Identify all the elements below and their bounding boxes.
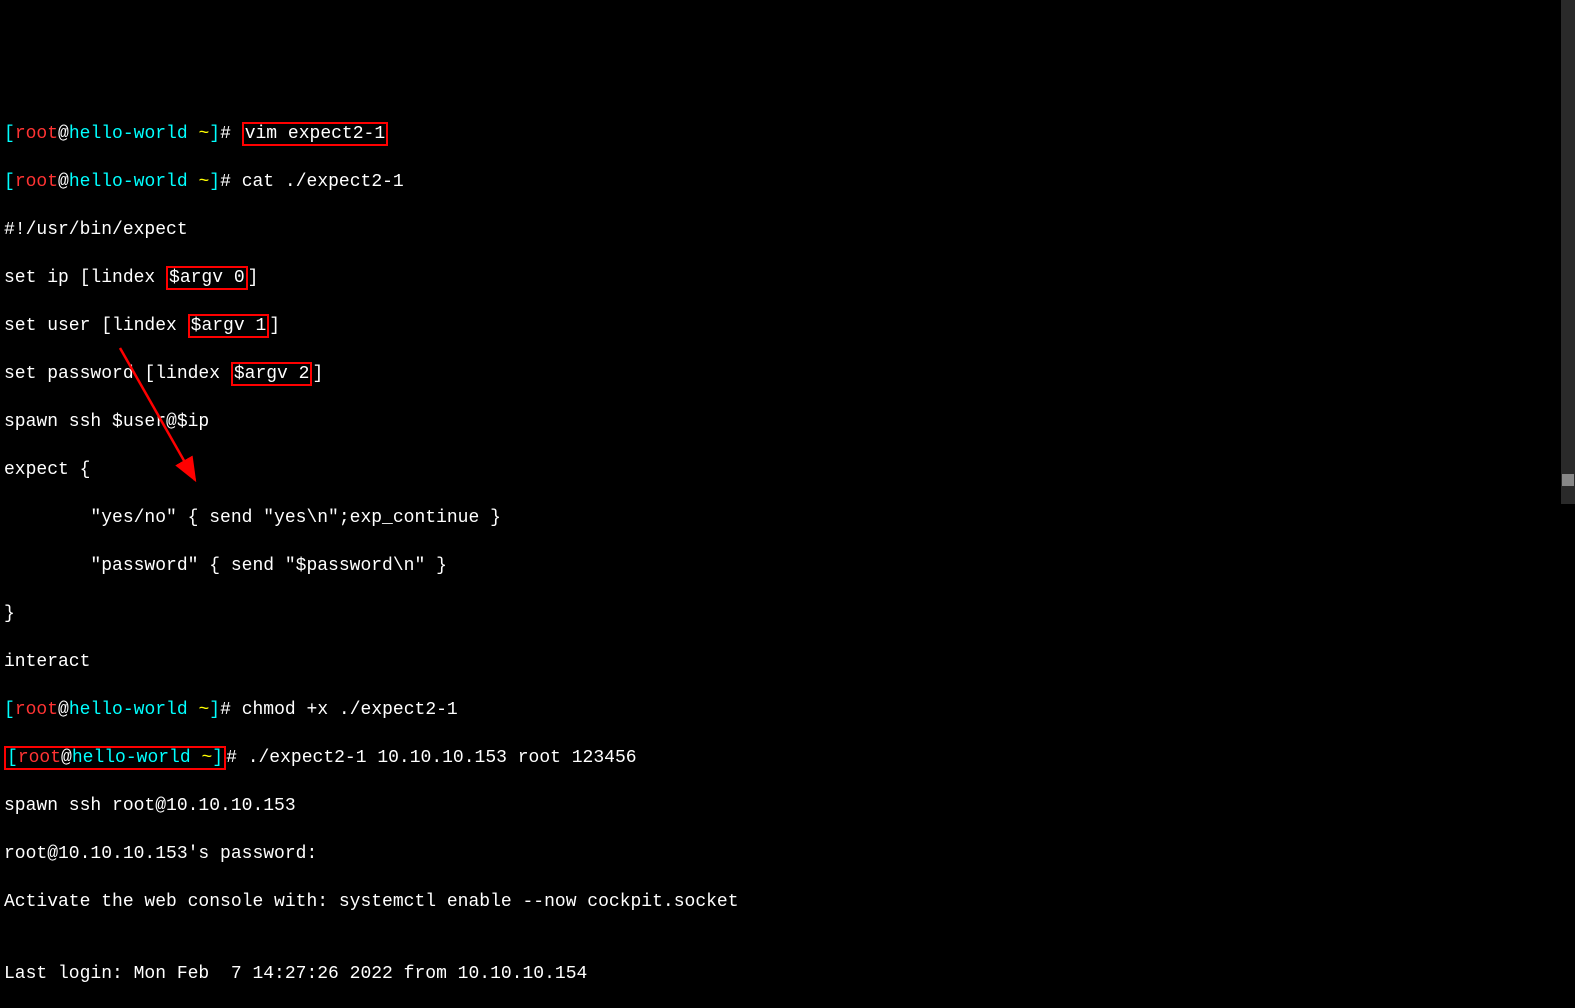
hostname: hello-world xyxy=(69,172,188,192)
script-line-8: "password" { send "$password\n" } xyxy=(4,554,1571,578)
bracket-close: ] xyxy=(212,748,223,768)
script-line-7: "yes/no" { send "yes\n";exp_continue } xyxy=(4,506,1571,530)
text: ] xyxy=(248,268,259,288)
script-line-5: spawn ssh $user@$ip xyxy=(4,410,1571,434)
text: set ip [lindex xyxy=(4,268,166,288)
cwd-path: ~ xyxy=(191,748,213,768)
bracket-close: ] xyxy=(209,124,220,144)
terminal-window[interactable]: [root@hello-world ~]# vim expect2-1 [roo… xyxy=(0,96,1575,1008)
output-activate: Activate the web console with: systemctl… xyxy=(4,890,1571,914)
text: set user [lindex xyxy=(4,316,188,336)
prompt-highlight: [root@hello-world ~] xyxy=(4,746,226,770)
user: root xyxy=(15,700,58,720)
command-cat: cat ./expect2-1 xyxy=(242,172,404,192)
output-password-prompt: root@10.10.10.153's password: xyxy=(4,842,1571,866)
bracket-open: [ xyxy=(4,124,15,144)
cwd-path: ~ xyxy=(188,700,210,720)
at-sign: @ xyxy=(58,172,69,192)
prompt-symbol: # xyxy=(220,124,242,144)
output-spawn: spawn ssh root@10.10.10.153 xyxy=(4,794,1571,818)
bracket-open: [ xyxy=(7,748,18,768)
bracket-close: ] xyxy=(209,172,220,192)
hostname: hello-world xyxy=(69,124,188,144)
command-run-expect: ./expect2-1 10.10.10.153 root 123456 xyxy=(248,748,637,768)
user: root xyxy=(18,748,61,768)
argv-1-highlight: $argv 1 xyxy=(188,314,270,338)
scrollbar-vertical[interactable] xyxy=(1561,0,1575,504)
at-sign: @ xyxy=(58,700,69,720)
prompt-line-4: [root@hello-world ~]# ./expect2-1 10.10.… xyxy=(4,746,1571,770)
bracket-open: [ xyxy=(4,700,15,720)
hostname: hello-world xyxy=(69,700,188,720)
script-line-10: interact xyxy=(4,650,1571,674)
argv-2-highlight: $argv 2 xyxy=(231,362,313,386)
at-sign: @ xyxy=(61,748,72,768)
prompt-symbol: # xyxy=(220,700,242,720)
script-line-6: expect { xyxy=(4,458,1571,482)
user: root xyxy=(15,172,58,192)
bracket-close: ] xyxy=(209,700,220,720)
user: root xyxy=(15,124,58,144)
prompt-line-1: [root@hello-world ~]# vim expect2-1 xyxy=(4,122,1571,146)
prompt-symbol: # xyxy=(226,748,248,768)
hostname: hello-world xyxy=(72,748,191,768)
script-line-1: #!/usr/bin/expect xyxy=(4,218,1571,242)
bracket-open: [ xyxy=(4,172,15,192)
command-vim: vim expect2-1 xyxy=(242,122,388,146)
script-line-4: set password [lindex $argv 2] xyxy=(4,362,1571,386)
prompt-line-2: [root@hello-world ~]# cat ./expect2-1 xyxy=(4,170,1571,194)
argv-0-highlight: $argv 0 xyxy=(166,266,248,290)
script-line-9: } xyxy=(4,602,1571,626)
at-sign: @ xyxy=(58,124,69,144)
text: ] xyxy=(269,316,280,336)
scrollbar-thumb[interactable] xyxy=(1562,474,1574,486)
prompt-line-3: [root@hello-world ~]# chmod +x ./expect2… xyxy=(4,698,1571,722)
text: ] xyxy=(312,364,323,384)
cwd-path: ~ xyxy=(188,172,210,192)
command-chmod: chmod +x ./expect2-1 xyxy=(242,700,458,720)
script-line-3: set user [lindex $argv 1] xyxy=(4,314,1571,338)
output-last-login: Last login: Mon Feb 7 14:27:26 2022 from… xyxy=(4,962,1571,986)
script-line-2: set ip [lindex $argv 0] xyxy=(4,266,1571,290)
prompt-symbol: # xyxy=(220,172,242,192)
text: set password [lindex xyxy=(4,364,231,384)
cwd-path: ~ xyxy=(188,124,210,144)
